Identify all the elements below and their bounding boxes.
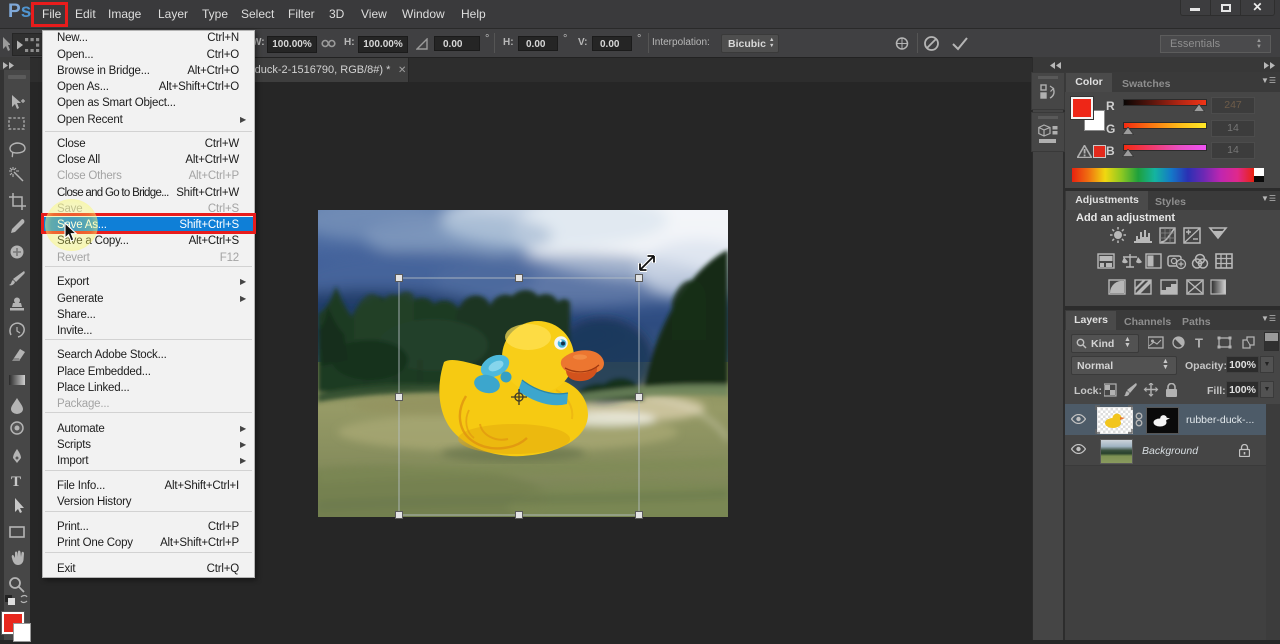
svg-text:T: T — [1195, 336, 1203, 350]
svg-text:T: T — [11, 474, 21, 490]
